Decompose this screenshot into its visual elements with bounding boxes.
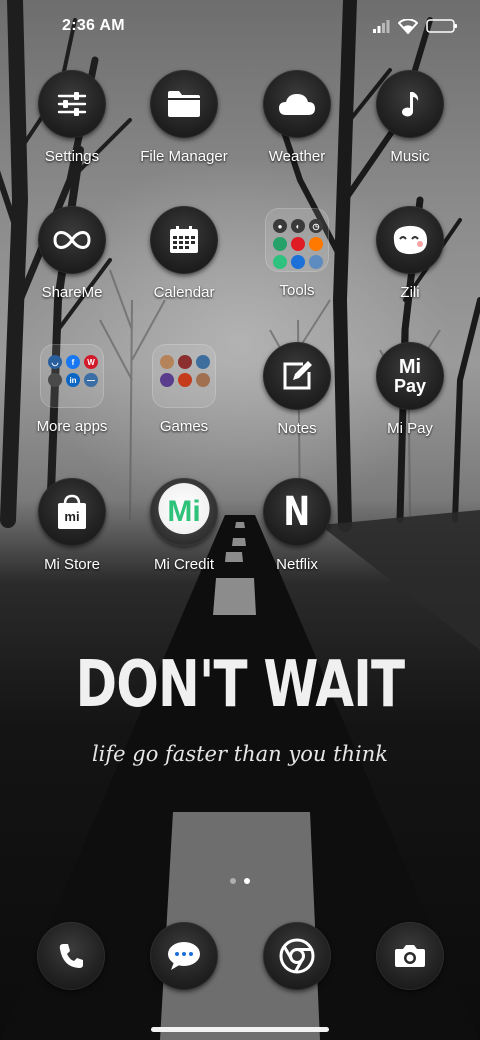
app-label: Mi Pay — [387, 420, 433, 437]
blue-app-mini-icon — [291, 255, 305, 269]
game-1-mini-icon — [160, 355, 174, 369]
dock-messages[interactable] — [150, 922, 218, 990]
mi-pay-icon: Mi Pay — [376, 342, 444, 410]
game-2-mini-icon — [178, 355, 192, 369]
home-indicator[interactable] — [151, 1027, 329, 1032]
app-label: Calendar — [153, 284, 215, 301]
page-indicator — [0, 878, 480, 884]
facebook-mini-icon: f — [66, 355, 80, 369]
folder-icon — [168, 91, 200, 117]
page-dot[interactable] — [230, 878, 236, 884]
app-weather[interactable]: Weather — [240, 70, 354, 190]
linkedin-mini-icon: in — [66, 373, 80, 387]
app-music[interactable]: Music — [353, 70, 467, 190]
wallpaper-subtitle: life go faster than you think — [91, 742, 389, 766]
wps-mini-icon: W — [84, 355, 98, 369]
mi-store-icon-text: mi — [64, 509, 80, 524]
game-3-mini-icon — [196, 355, 210, 369]
person-mini-icon: ● — [273, 219, 287, 233]
game-4-mini-icon — [160, 373, 174, 387]
app-label: ShareMe — [41, 284, 103, 301]
orange-app-mini-icon — [309, 237, 323, 251]
clock-mini-icon: ◷ — [309, 219, 323, 233]
app-mi-pay[interactable]: Mi Pay Mi Pay — [353, 342, 467, 462]
status-time: 2:36 AM — [62, 17, 125, 34]
notes-edit-icon — [283, 361, 312, 390]
app-calendar[interactable]: Calendar — [127, 206, 241, 326]
app-label: Notes — [277, 420, 317, 437]
scan-mini-icon — [309, 255, 323, 269]
cloud-icon — [279, 94, 315, 115]
game-6-mini-icon — [196, 373, 210, 387]
app-label: Music — [390, 148, 430, 165]
app-file-manager[interactable]: File Manager — [127, 70, 241, 190]
app-label: Mi Credit — [153, 556, 214, 573]
app-label: Mi Store — [44, 556, 100, 573]
mi-pay-icon-bottom: Pay — [393, 376, 427, 396]
phone-icon — [59, 944, 83, 968]
folder-more-apps[interactable]: ◡ f W in — More apps — [15, 342, 129, 462]
app-label: Zili — [400, 284, 420, 301]
infinity-icon — [53, 231, 91, 249]
status-icons — [372, 18, 458, 34]
app-label: More apps — [36, 418, 108, 435]
shopping-mini-icon: ◡ — [48, 355, 62, 369]
compass-mini-icon: ◐ — [291, 219, 305, 233]
app-label: File Manager — [140, 148, 228, 165]
mi-credit-icon: Mi — [167, 495, 201, 528]
app-settings[interactable]: Settings — [15, 70, 129, 190]
chrome-icon — [279, 938, 315, 974]
app-shareme[interactable]: ShareMe — [15, 206, 129, 326]
app-mi-credit[interactable]: Mi Mi Credit — [127, 478, 241, 598]
page-dot-active[interactable] — [244, 878, 250, 884]
green-app-mini-icon — [273, 237, 287, 251]
app-mini-icon — [48, 373, 62, 387]
dock-camera[interactable] — [376, 922, 444, 990]
folder-tools[interactable]: ● ◐ ◷ Tools — [240, 206, 354, 326]
app-zili[interactable]: Zili — [353, 206, 467, 326]
app-label: Games — [159, 418, 209, 435]
app-label: Settings — [44, 148, 100, 165]
battery-icon — [426, 19, 457, 33]
app-mi-store[interactable]: mi Mi Store — [15, 478, 129, 598]
app-label: Netflix — [276, 556, 318, 573]
music-note-icon — [402, 92, 419, 117]
dash-mini-icon: — — [84, 373, 98, 387]
app-label: Tools — [279, 282, 315, 299]
signal-icon — [373, 20, 390, 33]
app-netflix[interactable]: N Netflix — [240, 478, 354, 598]
dock-phone[interactable] — [37, 922, 105, 990]
netflix-icon: N — [283, 489, 311, 535]
mi-pay-icon-top: Mi — [398, 356, 422, 378]
dock-chrome[interactable] — [263, 922, 331, 990]
game-5-mini-icon — [178, 373, 192, 387]
message-bubble-icon — [168, 942, 200, 970]
camera-icon — [395, 945, 425, 967]
zili-face-icon — [393, 225, 428, 255]
app-notes[interactable]: Notes — [240, 342, 354, 462]
sliders-icon — [57, 92, 87, 116]
red-app-mini-icon — [291, 237, 305, 251]
wifi-icon — [398, 18, 418, 34]
app-label: Weather — [268, 148, 326, 165]
wallpaper-title: DON'T WAIT — [75, 648, 405, 722]
status-bar: 2:36 AM — [0, 0, 480, 56]
folder-games[interactable]: Games — [127, 342, 241, 462]
calendar-icon — [170, 226, 198, 253]
green-app-2-mini-icon — [273, 255, 287, 269]
